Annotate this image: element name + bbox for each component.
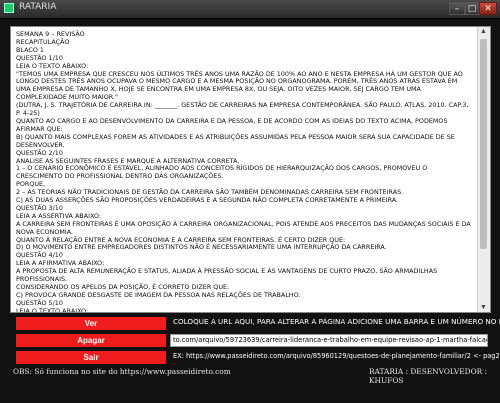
url-example-label: EX: https://www.passeidireto.com/arquivo…	[173, 352, 500, 360]
title-bar[interactable]: RATARIA – □ ✕	[0, 0, 500, 19]
footer-note: OBS: Só funciona no site do https://www.…	[13, 367, 231, 376]
ver-button[interactable]: Ver	[16, 317, 166, 330]
scroll-down-arrow-icon[interactable]: ▼	[480, 304, 487, 311]
url-instruction-label: COLOQUE A URL AQUI, PARA ALTERAR A PÁGIN…	[173, 317, 500, 326]
footer-credits: RATARIA : DESENVOLVEDOR : KHUFOS	[369, 367, 488, 385]
url-input[interactable]: to.com/arquivo/59723639/carreira-lideran…	[170, 334, 488, 347]
app-icon	[4, 3, 14, 13]
minimize-button[interactable]: –	[449, 2, 465, 15]
maximize-button[interactable]: □	[465, 2, 479, 15]
sair-button[interactable]: Sair	[16, 351, 166, 364]
vertical-scrollbar[interactable]: ▲ ▼	[477, 27, 490, 312]
app-window: RATARIA – □ ✕ SEMANA 9 – REVISÃO RECAPIT…	[0, 0, 500, 403]
window-title: RATARIA	[19, 2, 57, 12]
apagar-button[interactable]: Apagar	[16, 334, 166, 347]
scrollbar-thumb[interactable]	[480, 39, 487, 249]
content-text: SEMANA 9 – REVISÃO RECAPITULAÇÃO BLACO 1…	[16, 30, 471, 313]
scroll-up-arrow-icon[interactable]: ▲	[480, 28, 487, 35]
close-button[interactable]: ✕	[479, 2, 497, 15]
content-text-area[interactable]: SEMANA 9 – REVISÃO RECAPITULAÇÃO BLACO 1…	[10, 26, 491, 313]
